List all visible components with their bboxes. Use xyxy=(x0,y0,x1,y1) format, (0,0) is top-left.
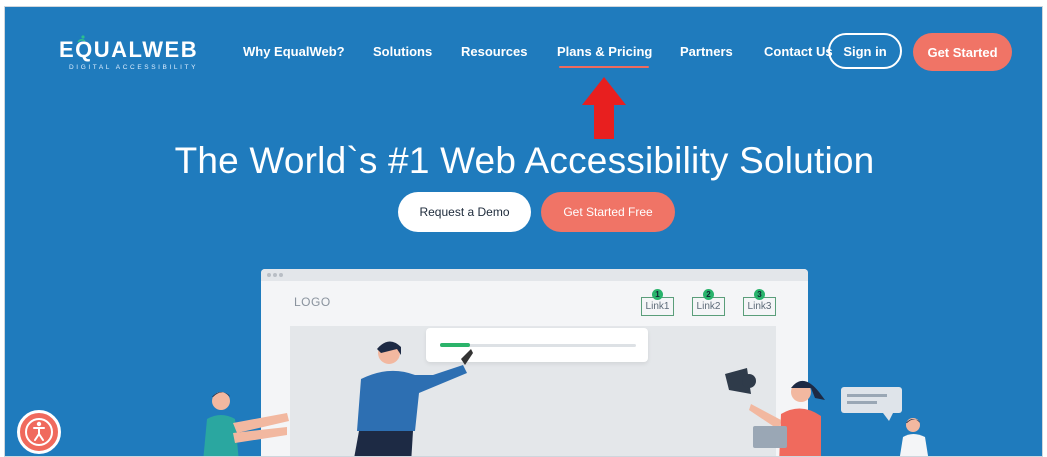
person-standing-illustration xyxy=(899,418,929,456)
person-megaphone-illustration xyxy=(725,368,825,456)
nav-why-equalweb[interactable]: Why EqualWeb? xyxy=(243,44,345,59)
accessibility-icon xyxy=(25,418,53,446)
nav-solutions[interactable]: Solutions xyxy=(373,44,432,59)
accessibility-widget-button[interactable] xyxy=(17,410,61,454)
equalweb-logo[interactable]: EQUALWEB DIGITAL ACCESSIBILITY xyxy=(59,35,209,81)
mockup-link-badge-2: 2 xyxy=(703,289,714,300)
window-dot xyxy=(279,273,283,277)
arrow-up-icon xyxy=(582,77,626,139)
person-pushing-illustration xyxy=(203,392,289,456)
window-dot xyxy=(273,273,277,277)
mockup-logo: LOGO xyxy=(294,295,331,309)
logo-tagline: DIGITAL ACCESSIBILITY xyxy=(69,64,199,71)
nav-plans-pricing[interactable]: Plans & Pricing xyxy=(557,44,652,59)
mockup-link-badge-3: 3 xyxy=(754,289,765,300)
sign-in-button[interactable]: Sign in xyxy=(828,33,902,69)
window-dot xyxy=(267,273,271,277)
mockup-browser-bar xyxy=(261,269,808,281)
page: EQUALWEB DIGITAL ACCESSIBILITY Why Equal… xyxy=(4,6,1043,457)
nav-partners[interactable]: Partners xyxy=(680,44,733,59)
mockup-link-badge-1: 1 xyxy=(652,289,663,300)
hero-title: The World`s #1 Web Accessibility Solutio… xyxy=(174,140,875,181)
get-started-free-button[interactable]: Get Started Free xyxy=(541,192,675,232)
request-demo-button[interactable]: Request a Demo xyxy=(398,192,531,232)
logo-wordmark: EQUALWEB xyxy=(59,37,199,62)
person-pointing-illustration xyxy=(354,341,473,456)
nav-resources[interactable]: Resources xyxy=(461,44,527,59)
active-nav-underline xyxy=(559,66,649,68)
nav-contact-us[interactable]: Contact Us xyxy=(764,44,833,59)
get-started-button[interactable]: Get Started xyxy=(913,33,1012,71)
